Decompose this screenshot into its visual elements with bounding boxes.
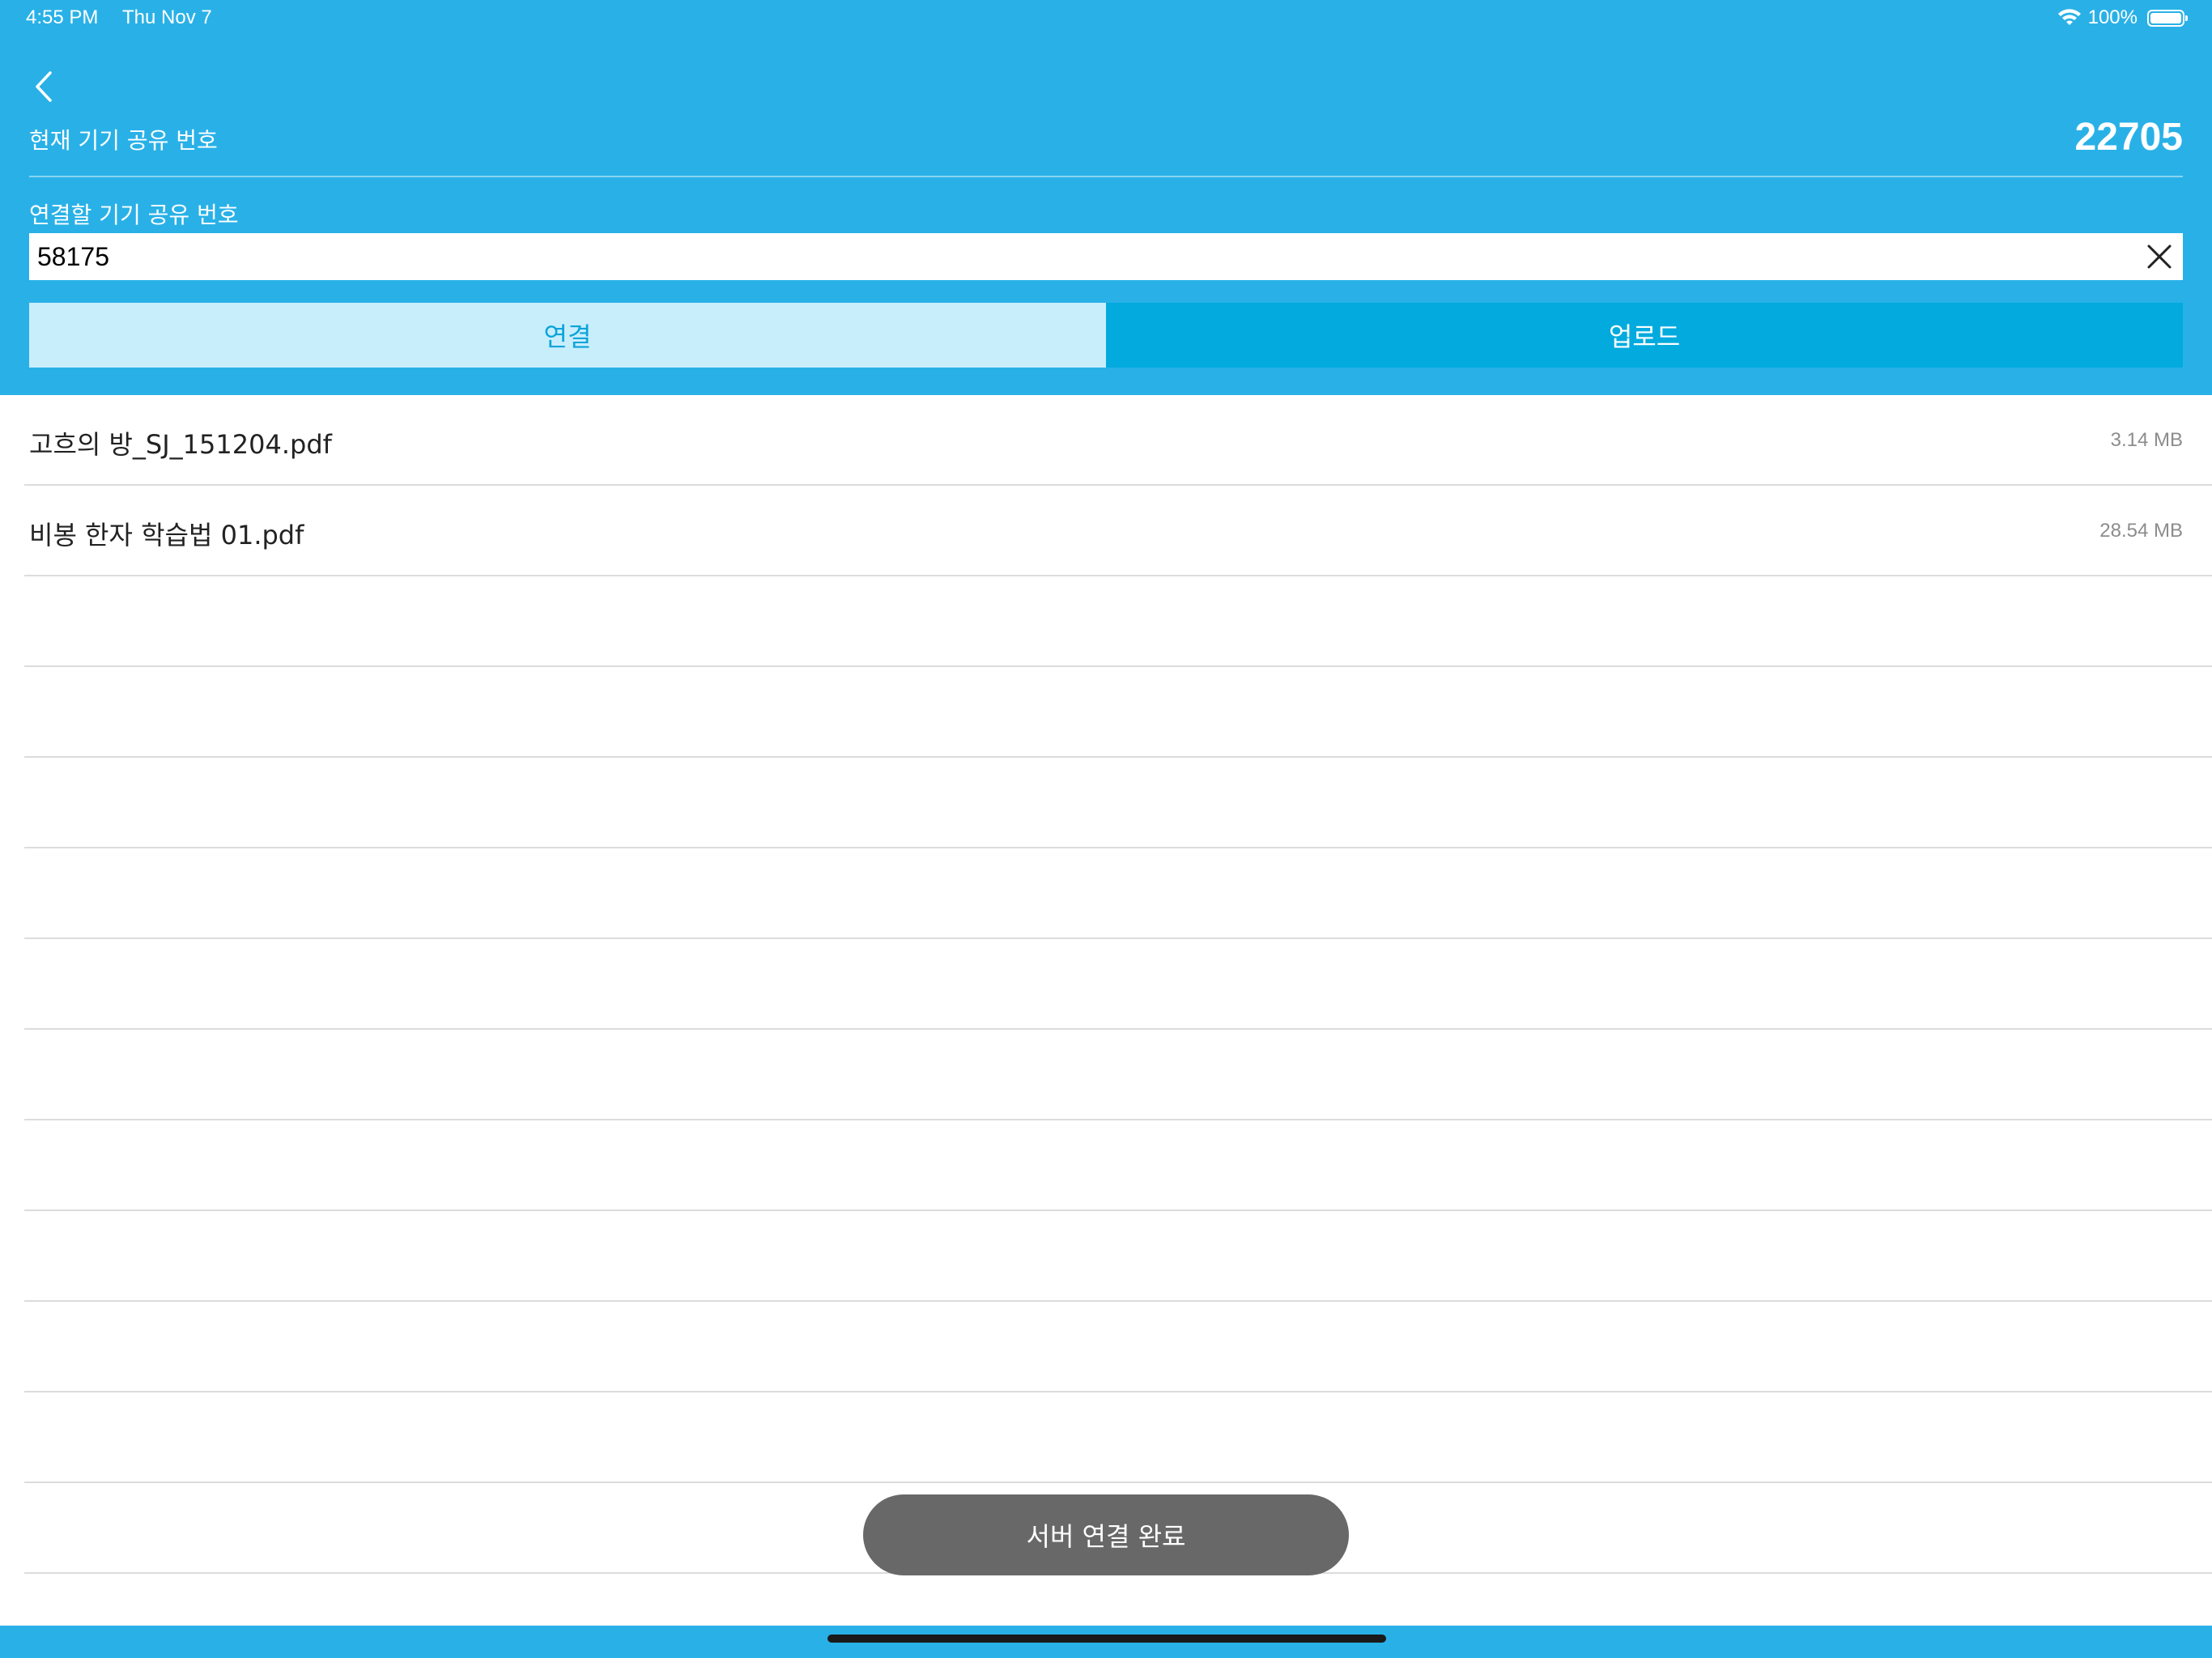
header-panel: 4:55 PM Thu Nov 7 100% 현재 기기 공유 번호 22705 bbox=[0, 0, 2212, 395]
current-share-label: 현재 기기 공유 번호 bbox=[29, 127, 218, 154]
clear-input-button[interactable] bbox=[2142, 240, 2176, 274]
empty-row bbox=[0, 1392, 2212, 1483]
chevron-left-icon bbox=[36, 71, 52, 102]
empty-row bbox=[0, 576, 2212, 667]
back-button[interactable] bbox=[24, 66, 63, 107]
empty-row bbox=[0, 848, 2212, 939]
tab-upload[interactable]: 업로드 bbox=[1106, 303, 2183, 368]
status-time: 4:55 PM bbox=[26, 6, 99, 28]
file-size: 3.14 MB bbox=[2110, 429, 2183, 451]
target-share-input[interactable] bbox=[29, 233, 2102, 280]
empty-row bbox=[0, 758, 2212, 848]
app-window: 4:55 PM Thu Nov 7 100% 현재 기기 공유 번호 22705 bbox=[0, 0, 2212, 1658]
file-row[interactable]: 비봉 한자 학습법 01.pdf 28.54 MB bbox=[0, 486, 2212, 576]
empty-row bbox=[0, 1302, 2212, 1392]
file-size: 28.54 MB bbox=[2099, 520, 2183, 542]
header-divider bbox=[29, 176, 2183, 177]
battery-icon bbox=[2147, 9, 2188, 27]
battery-level bbox=[2150, 12, 2181, 23]
file-row[interactable]: 고흐의 방_SJ_151204.pdf 3.14 MB bbox=[0, 395, 2212, 486]
empty-row bbox=[0, 939, 2212, 1030]
file-name: 고흐의 방_SJ_151204.pdf bbox=[29, 429, 332, 460]
wifi-icon bbox=[2057, 9, 2081, 25]
file-name: 비봉 한자 학습법 01.pdf bbox=[29, 520, 304, 551]
empty-row bbox=[0, 1120, 2212, 1211]
mode-segmented-control: 연결 업로드 bbox=[29, 303, 2183, 368]
tab-connect[interactable]: 연결 bbox=[29, 303, 1106, 368]
status-bar: 4:55 PM Thu Nov 7 100% bbox=[0, 0, 2212, 39]
battery-percent: 100% bbox=[2087, 6, 2138, 28]
file-list: 고흐의 방_SJ_151204.pdf 3.14 MB 비봉 한자 학습법 01… bbox=[0, 395, 2212, 1574]
empty-row bbox=[0, 1030, 2212, 1120]
home-indicator[interactable] bbox=[827, 1635, 1386, 1643]
empty-row bbox=[0, 1211, 2212, 1302]
current-share-number: 22705 bbox=[2074, 116, 2183, 159]
close-icon bbox=[2147, 244, 2172, 269]
status-indicators: 100% bbox=[2057, 6, 2188, 29]
toast-message: 서버 연결 완료 bbox=[863, 1494, 1349, 1575]
target-share-field bbox=[29, 233, 2183, 280]
empty-row bbox=[0, 667, 2212, 758]
target-share-label: 연결할 기기 공유 번호 bbox=[29, 202, 239, 228]
status-date: Thu Nov 7 bbox=[122, 6, 212, 28]
